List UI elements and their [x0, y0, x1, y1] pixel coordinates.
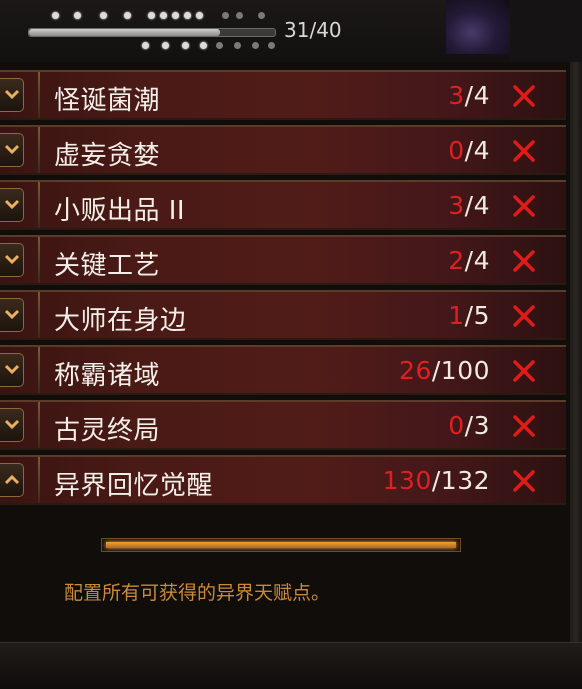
task-progress-total: /4: [464, 246, 490, 275]
task-row[interactable]: 异界回忆觉醒 130/132: [0, 455, 566, 505]
task-name: 异界回忆觉醒: [54, 471, 214, 501]
red-x-icon: [513, 415, 535, 437]
task-progress-total: /4: [464, 191, 490, 220]
progress-node: [142, 42, 149, 49]
task-progress: 3/4: [448, 81, 490, 110]
progress-node: [252, 42, 259, 49]
window-right-border: [570, 62, 582, 642]
task-name: 关键工艺: [54, 251, 161, 281]
task-progress: 130/132: [383, 466, 490, 495]
expand-button[interactable]: [0, 408, 24, 442]
task-progress-current: 26: [399, 356, 432, 385]
task-row[interactable]: 小贩出品 II 3/4: [0, 180, 566, 230]
task-progress: 0/4: [448, 136, 490, 165]
chevron-down-icon: [4, 89, 20, 100]
task-progress-current: 0: [448, 411, 465, 440]
task-row[interactable]: 虚妄贪婪 0/4: [0, 125, 566, 175]
task-progress-total: /100: [431, 356, 490, 385]
task-progress-current: 3: [448, 81, 465, 110]
progress-node: [124, 12, 131, 19]
expand-button[interactable]: [0, 78, 24, 112]
top-frame: 31/40: [0, 0, 582, 62]
progress-node: [148, 12, 155, 19]
progress-node: [200, 42, 207, 49]
window-bottom-border: [0, 642, 582, 689]
red-x-icon: [513, 140, 535, 162]
progress-node: [182, 42, 189, 49]
collapse-button[interactable]: [0, 463, 24, 497]
task-progress: 1/5: [448, 301, 490, 330]
task-row[interactable]: 关键工艺 2/4: [0, 235, 566, 285]
progress-node: [196, 12, 203, 19]
task-progress-total: /5: [464, 301, 490, 330]
task-progress-total: /4: [464, 81, 490, 110]
task-name: 虚妄贪婪: [54, 141, 161, 171]
expand-button[interactable]: [0, 298, 24, 332]
task-progress-current: 2: [448, 246, 465, 275]
task-name: 称霸诸域: [54, 361, 161, 391]
task-progress-current: 3: [448, 191, 465, 220]
expand-button[interactable]: [0, 188, 24, 222]
progress-node: [184, 12, 191, 19]
task-name: 古灵终局: [54, 416, 161, 446]
talent-progress-track: [28, 28, 276, 37]
task-description: 配置所有可获得的异界天赋点。: [64, 582, 331, 604]
progress-node: [52, 12, 59, 19]
task-row[interactable]: 称霸诸域 26/100: [0, 345, 566, 395]
progress-node: [236, 12, 243, 19]
task-progress-current: 1: [448, 301, 465, 330]
progress-node: [100, 12, 107, 19]
task-progress-total: /3: [464, 411, 490, 440]
task-row[interactable]: 大师在身边 1/5: [0, 290, 566, 340]
task-progress-total: /132: [431, 466, 490, 495]
red-x-icon: [513, 85, 535, 107]
red-x-icon: [513, 195, 535, 217]
task-progress-current: 0: [448, 136, 465, 165]
task-progress: 2/4: [448, 246, 490, 275]
task-name: 大师在身边: [54, 306, 187, 336]
task-name: 怪诞菌潮: [54, 86, 161, 116]
talent-progress-fill: [29, 29, 220, 36]
expand-button[interactable]: [0, 243, 24, 277]
progress-node: [234, 42, 241, 49]
task-progress-current: 130: [382, 466, 432, 495]
talent-points-count: 31/40: [284, 18, 342, 42]
chevron-up-icon: [4, 474, 20, 485]
task-progress: 0/3: [448, 411, 490, 440]
portrait-frame: [510, 0, 582, 62]
progress-node: [258, 12, 265, 19]
progress-node: [162, 42, 169, 49]
progress-node: [268, 42, 275, 49]
chevron-down-icon: [4, 199, 20, 210]
task-row[interactable]: 古灵终局 0/3: [0, 400, 566, 450]
progress-node: [74, 12, 81, 19]
chevron-down-icon: [4, 364, 20, 375]
task-progress-total: /4: [464, 136, 490, 165]
task-name: 小贩出品 II: [54, 196, 186, 226]
chevron-down-icon: [4, 254, 20, 265]
task-progress: 26/100: [399, 356, 490, 385]
chevron-down-icon: [4, 144, 20, 155]
chevron-down-icon: [4, 419, 20, 430]
progress-node: [222, 12, 229, 19]
red-x-icon: [513, 250, 535, 272]
progress-node: [216, 42, 223, 49]
task-progress: 3/4: [448, 191, 490, 220]
expand-button[interactable]: [0, 353, 24, 387]
reward-progress-fill: [106, 542, 456, 548]
character-portrait: [446, 0, 510, 54]
chevron-down-icon: [4, 309, 20, 320]
red-x-icon: [513, 360, 535, 382]
red-x-icon: [513, 305, 535, 327]
progress-node: [172, 12, 179, 19]
reward-progress-bar: [101, 538, 461, 552]
progress-node: [160, 12, 167, 19]
expand-button[interactable]: [0, 133, 24, 167]
task-row[interactable]: 怪诞菌潮 3/4: [0, 70, 566, 120]
red-x-icon: [513, 470, 535, 492]
